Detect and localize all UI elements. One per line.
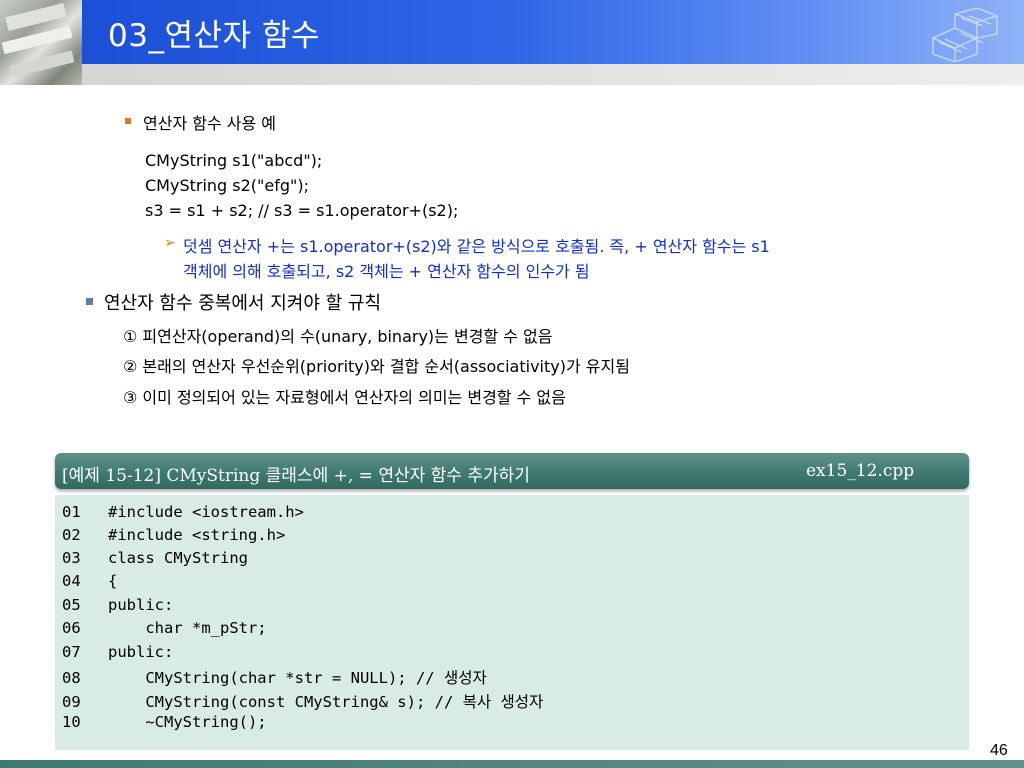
code-text: { [108,572,118,590]
line-number: 01 [62,503,81,521]
code-line: 09 CMyString(const CMyString& s); // 복사 … [62,690,543,712]
line-number: 05 [62,596,81,614]
footer-bar [0,760,1024,768]
bullet2-label: 연산자 함수 중복에서 지켜야 할 규칙 [104,293,382,314]
code-line: 01 #include <iostream.h> [62,503,304,521]
note-text-line1: 덧셈 연산자 +는 s1.operator+(s2)와 같은 방식으로 호출됨.… [183,237,770,256]
line-number: 02 [62,526,81,544]
code-example-line: CMyString s2("efg"); [145,176,310,195]
code-example-line: CMyString s1("abcd"); [145,151,323,170]
note-text-line2: 객체에 의해 호출되고, s2 객체는 + 연산자 함수의 인수가 됨 [183,262,590,281]
line-number: 07 [62,643,81,661]
page-number: 46 [990,742,1008,759]
line-number: 08 [62,669,81,687]
code-line: 08 CMyString(char *str = NULL); // 생성자 [62,666,487,688]
rule-item: ② 본래의 연산자 우선순위(priority)와 결합 순서(associat… [123,357,630,376]
code-text: #include <iostream.h> [108,503,304,521]
code-text: public: [108,643,174,661]
bullet-marker [125,118,131,124]
code-line: 04 { [62,572,117,590]
code-line: 03 class CMyString [62,549,248,567]
bullet-marker [86,298,93,305]
arrow-bullet-icon: ➢ [164,235,176,251]
header-keyboard-photo [0,0,82,85]
line-number: 09 [62,693,81,711]
blocks-logo-icon [931,8,998,62]
line-number: 03 [62,549,81,567]
code-text: public: [108,596,174,614]
code-text: ~CMyString(); [108,713,267,731]
line-number: 04 [62,572,81,590]
rule-item: ③ 이미 정의되어 있는 자료형에서 연산자의 의미는 변경할 수 없음 [123,388,566,407]
example-title: [예제 15-12] CMyString 클래스에 +, = 연산자 함수 추가… [62,466,530,486]
code-text: CMyString(const CMyString& s); // 복사 생성자 [108,693,544,711]
code-line: 06 char *m_pStr; [62,619,267,637]
code-text: char *m_pStr; [108,619,267,637]
header-gray-strip [82,64,1024,85]
code-line: 02 #include <string.h> [62,526,285,544]
code-line: 07 public: [62,643,173,661]
line-number: 10 [62,713,81,731]
code-line: 10 ~CMyString(); [62,713,267,731]
line-number: 06 [62,619,81,637]
code-line: 05 public: [62,596,173,614]
slide-title: 03_연산자 함수 [108,18,320,54]
rule-item: ① 피연산자(operand)의 수(unary, binary)는 변경할 수… [123,327,553,346]
code-text: CMyString(char *str = NULL); // 생성자 [108,669,487,687]
bullet1-label: 연산자 함수 사용 예 [143,114,277,133]
code-text: #include <string.h> [108,526,286,544]
slide-header: 03_연산자 함수 [0,0,1024,85]
code-text: class CMyString [108,549,248,567]
example-filename: ex15_12.cpp [806,461,915,481]
code-example-line: s3 = s1 + s2; // s3 = s1.operator+(s2); [145,201,459,220]
